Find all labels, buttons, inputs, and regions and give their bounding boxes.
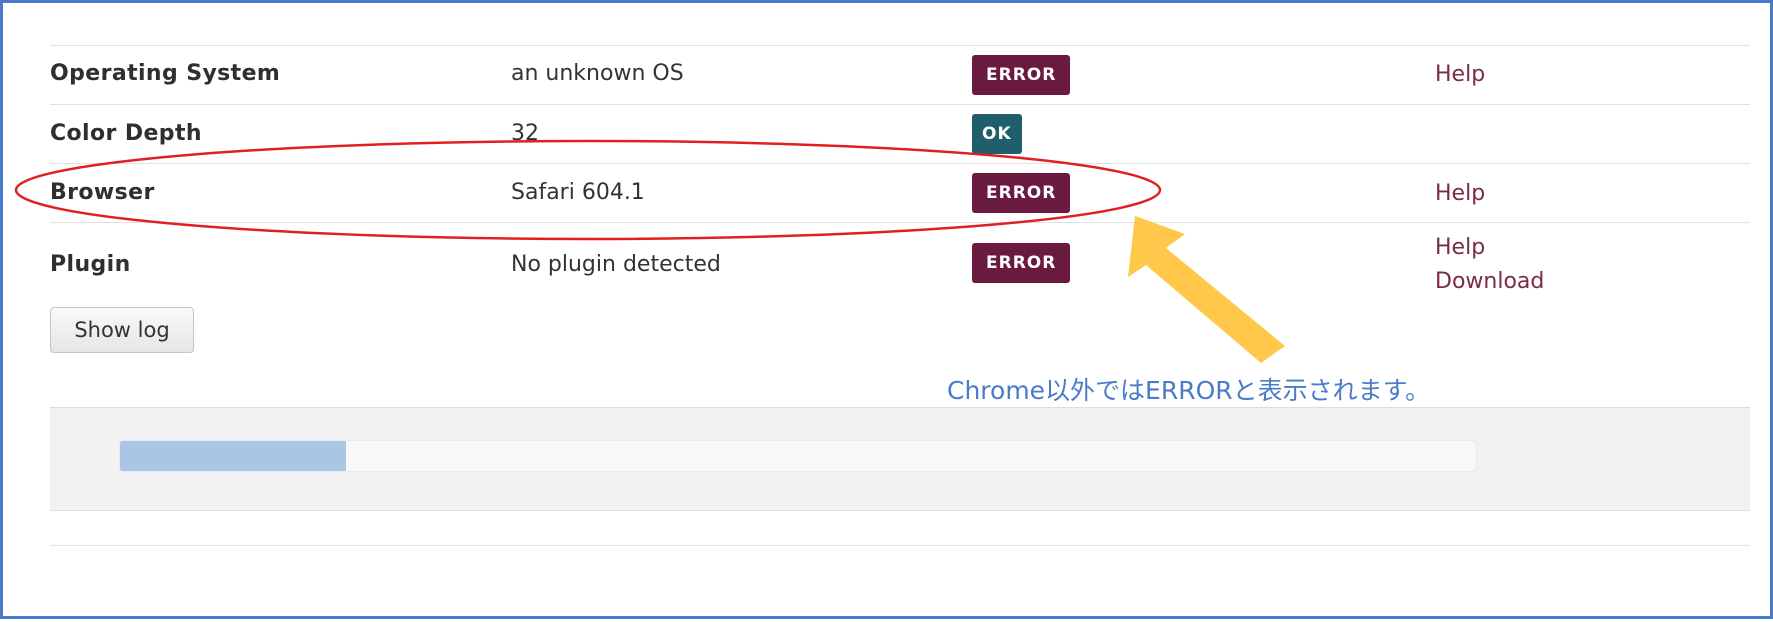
row-value: 32 [511, 121, 539, 146]
table-rule [50, 545, 1750, 546]
show-log-button[interactable]: Show log [50, 307, 194, 353]
row-label: Browser [50, 180, 155, 205]
progress-bar [119, 440, 1477, 472]
annotation-overlay [14, 139, 1285, 363]
help-link[interactable]: Help [1435, 62, 1485, 87]
help-link[interactable]: Help [1435, 181, 1485, 206]
help-link[interactable]: Help [1435, 235, 1485, 260]
table-rule [50, 163, 1750, 164]
table-rule [50, 104, 1750, 105]
row-value: an unknown OS [511, 61, 684, 86]
table-rule [50, 45, 1750, 46]
screenshot-frame: Operating System an unknown OS ERROR Hel… [0, 0, 1773, 619]
annotation-note: Chrome以外ではERRORと表示されます。 [947, 376, 1431, 405]
status-badge: OK [972, 114, 1022, 154]
row-label: Operating System [50, 61, 281, 86]
status-badge: ERROR [972, 55, 1071, 95]
row-value: Safari 604.1 [511, 180, 645, 205]
row-value: No plugin detected [511, 252, 721, 277]
progress-fill [120, 441, 347, 471]
pointer-arrow-icon [1128, 216, 1285, 363]
row-label: Color Depth [50, 121, 202, 146]
row-label: Plugin [50, 252, 131, 277]
download-link[interactable]: Download [1435, 269, 1544, 294]
status-badge: ERROR [972, 243, 1071, 283]
table-rule [50, 222, 1750, 223]
status-badge: ERROR [972, 173, 1071, 213]
